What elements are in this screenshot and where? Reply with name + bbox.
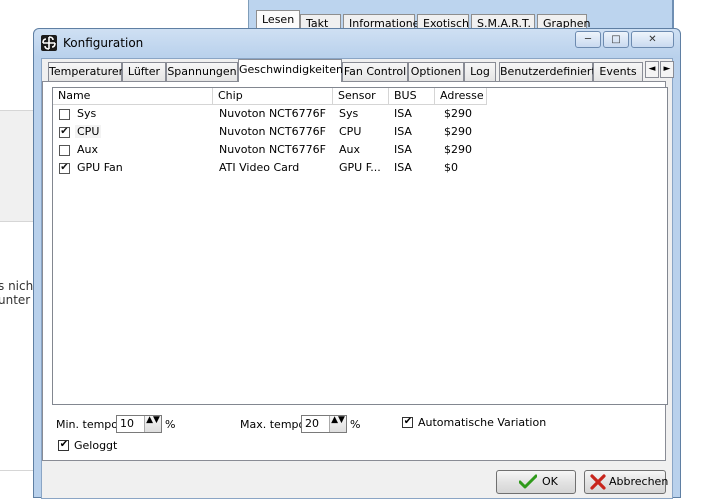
tab-geschwindigkeiten[interactable]: Geschwindigkeiten: [238, 59, 343, 82]
row-chip: ATI Video Card: [219, 161, 300, 174]
auto-variation-checkbox[interactable]: ✔: [402, 416, 413, 428]
tab-scroll-right-button[interactable]: ►: [660, 61, 674, 78]
background-text-line-1: s nich: [0, 279, 34, 293]
list-row[interactable]: Sys Nuvoton NCT6776F Sys ISA $290: [53, 105, 667, 123]
min-tempo-unit: %: [165, 418, 176, 431]
tab-log[interactable]: Log: [464, 62, 496, 81]
row-sensor: Sys: [339, 107, 359, 120]
checkmark-icon: ✔: [403, 416, 413, 427]
row-chip: Nuvoton NCT6776F: [219, 107, 326, 120]
row-sensor: GPU F...: [339, 161, 381, 174]
logged-label[interactable]: Geloggt: [74, 439, 117, 453]
row-address: $290: [444, 107, 472, 120]
tab-events[interactable]: Events: [593, 62, 643, 81]
checkmark-icon: ✔: [60, 126, 69, 137]
max-tempo-value[interactable]: 20: [305, 417, 319, 431]
spin-arrows-icon[interactable]: ▲▼: [144, 416, 161, 432]
cancel-button[interactable]: Abbrechen: [584, 470, 669, 494]
column-header-chip[interactable]: Chip: [213, 88, 333, 105]
row-sensor: CPU: [339, 125, 362, 138]
arrow-left-icon: ◄: [648, 64, 656, 74]
row-name: Sys: [77, 107, 97, 120]
column-header-sensor[interactable]: Sensor: [333, 88, 389, 105]
row-chip: Nuvoton NCT6776F: [219, 125, 326, 138]
maximize-button[interactable]: □: [603, 31, 629, 48]
max-tempo-label: Max. tempo: [240, 418, 306, 431]
checkmark-icon: [518, 474, 538, 498]
cross-icon: [590, 474, 606, 498]
row-bus: ISA: [394, 161, 412, 174]
tab-temperaturen[interactable]: Temperaturen: [48, 62, 126, 81]
row-name: Aux: [77, 143, 99, 156]
tab-strip: Temperaturen Lüfter Spannungen Geschwind…: [48, 59, 674, 82]
maximize-icon: □: [611, 34, 621, 45]
spin-arrows-icon[interactable]: ▲▼: [329, 416, 346, 432]
row-bus: ISA: [394, 125, 412, 138]
auto-variation-label[interactable]: Automatische Variation: [418, 416, 546, 430]
row-checkbox[interactable]: [59, 145, 70, 156]
min-tempo-label: Min. tempo: [56, 418, 119, 431]
window-title: Konfiguration: [63, 36, 144, 50]
checkmark-icon: ✔: [59, 439, 69, 450]
ok-button[interactable]: OK: [496, 470, 576, 494]
app-icon: [41, 35, 57, 51]
ok-label: OK: [542, 475, 558, 488]
cancel-label: Abbrechen: [609, 475, 669, 488]
background-text-line-2: unter: [0, 293, 31, 307]
row-sensor: Aux: [339, 143, 361, 156]
tab-spannungen[interactable]: Spannungen: [166, 62, 238, 81]
min-tempo-value[interactable]: 10: [120, 417, 134, 431]
tab-scroll-left-button[interactable]: ◄: [645, 61, 659, 78]
row-name: GPU Fan: [77, 161, 123, 174]
row-name: CPU: [75, 125, 102, 138]
column-header-name[interactable]: Name: [53, 88, 213, 105]
tab-luefter[interactable]: Lüfter: [122, 62, 166, 81]
row-bus: ISA: [394, 107, 412, 120]
tab-fan-control[interactable]: Fan Control: [342, 62, 408, 81]
list-row[interactable]: ✔ CPU Nuvoton NCT6776F CPU ISA $290: [53, 123, 667, 141]
max-tempo-spinner[interactable]: 20 ▲▼: [301, 415, 347, 433]
row-address: $290: [444, 143, 472, 156]
column-header-adresse[interactable]: Adresse: [435, 88, 487, 105]
speed-sensor-list[interactable]: Name Chip Sensor BUS Adresse Sys Nuvoton…: [52, 87, 668, 405]
row-checkbox[interactable]: ✔: [59, 126, 70, 138]
minimize-button[interactable]: ─: [575, 31, 601, 48]
config-dialog: Konfiguration ─ □ ✕ Temperaturen Lüfter …: [33, 28, 681, 499]
row-checkbox[interactable]: [59, 109, 70, 120]
row-address: $290: [444, 125, 472, 138]
row-bus: ISA: [394, 143, 412, 156]
tab-benutzerdefiniert[interactable]: Benutzerdefiniert: [499, 62, 596, 81]
list-row[interactable]: ✔ GPU Fan ATI Video Card GPU F... ISA $0: [53, 159, 667, 177]
column-header-bus[interactable]: BUS: [389, 88, 435, 105]
list-row[interactable]: Aux Nuvoton NCT6776F Aux ISA $290: [53, 141, 667, 159]
row-address: $0: [444, 161, 458, 174]
tab-optionen[interactable]: Optionen: [408, 62, 464, 81]
checkmark-icon: ✔: [60, 162, 69, 173]
minimize-icon: ─: [584, 34, 592, 45]
min-tempo-spinner[interactable]: 10 ▲▼: [116, 415, 162, 433]
row-chip: Nuvoton NCT6776F: [219, 143, 326, 156]
row-checkbox[interactable]: ✔: [59, 162, 70, 174]
close-icon: ✕: [648, 34, 657, 45]
title-bar[interactable]: Konfiguration ─ □ ✕: [34, 29, 680, 57]
close-button[interactable]: ✕: [631, 31, 674, 48]
max-tempo-unit: %: [350, 418, 361, 431]
dialog-client-area: Temperaturen Lüfter Spannungen Geschwind…: [41, 58, 674, 499]
tab-page-geschwindigkeiten: Name Chip Sensor BUS Adresse Sys Nuvoton…: [42, 81, 668, 461]
list-header: Name Chip Sensor BUS Adresse: [53, 88, 667, 105]
logged-checkbox[interactable]: ✔: [58, 439, 69, 451]
speed-options-area: Min. tempo 10 ▲▼ % Max. tempo 20 ▲▼ % ✔ …: [52, 409, 668, 459]
arrow-right-icon: ►: [663, 64, 671, 74]
